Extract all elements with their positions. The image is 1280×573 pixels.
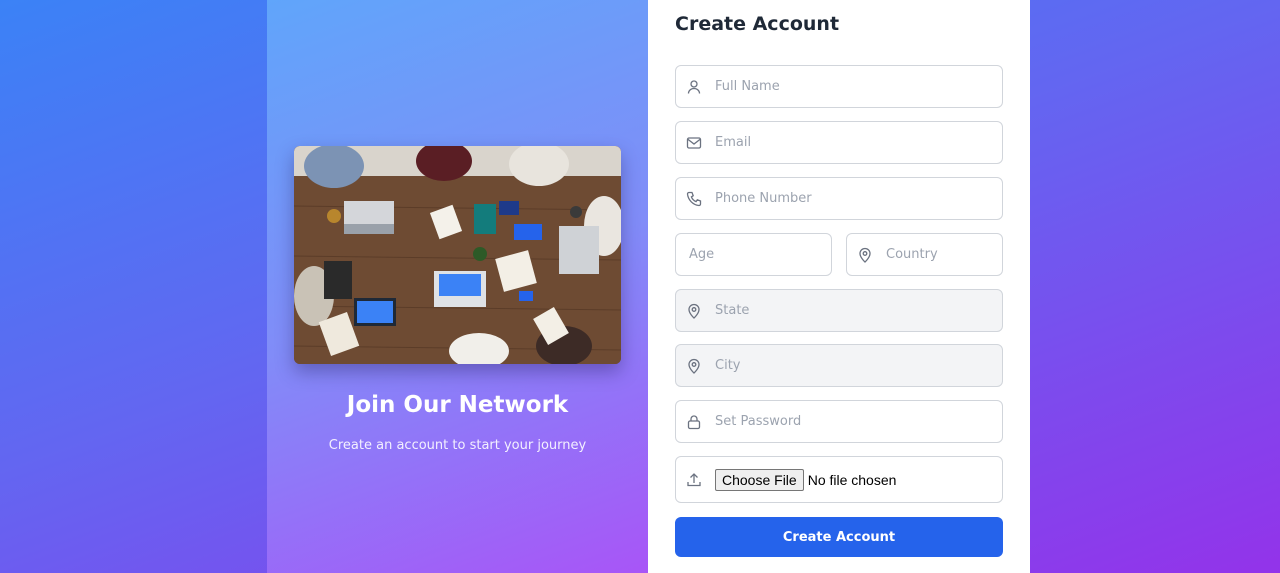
state-input[interactable] [715, 295, 975, 326]
form-title: Create Account [675, 13, 840, 35]
phone-input[interactable] [715, 183, 975, 214]
country-input[interactable] [886, 239, 986, 270]
hero-panel: Join Our Network Create an account to st… [267, 0, 648, 573]
choose-file-button[interactable]: Choose File [715, 468, 804, 491]
map-pin-icon [685, 357, 703, 375]
email-input[interactable] [715, 127, 975, 158]
map-pin-icon [685, 302, 703, 320]
map-pin-icon [856, 246, 874, 264]
password-input[interactable] [715, 406, 975, 437]
phone-field[interactable] [675, 177, 1003, 220]
phone-icon [685, 190, 703, 208]
country-field[interactable] [846, 233, 1003, 276]
hero-image [294, 146, 621, 364]
file-upload-field[interactable]: Choose File No file chosen [675, 456, 1003, 503]
full-name-field[interactable] [675, 65, 1003, 108]
form-panel: Create Account Full Name Email Phone Num… [648, 0, 1030, 573]
hero-title: Join Our Network [346, 392, 569, 418]
state-field[interactable] [675, 289, 1003, 332]
upload-icon [685, 471, 703, 489]
age-field[interactable] [675, 233, 832, 276]
mail-icon [685, 134, 703, 152]
email-field[interactable] [675, 121, 1003, 164]
city-input[interactable] [715, 350, 975, 381]
password-field[interactable] [675, 400, 1003, 443]
file-status: No file chosen [807, 471, 897, 488]
age-input[interactable] [689, 239, 819, 270]
full-name-input[interactable] [715, 71, 975, 102]
user-icon [685, 78, 703, 96]
city-field[interactable] [675, 344, 1003, 387]
hero-subtitle: Create an account to start your journey [328, 438, 587, 453]
create-account-button[interactable]: Create Account [675, 517, 1003, 557]
lock-icon [685, 413, 703, 431]
signup-card: Join Our Network Create an account to st… [267, 0, 1030, 573]
